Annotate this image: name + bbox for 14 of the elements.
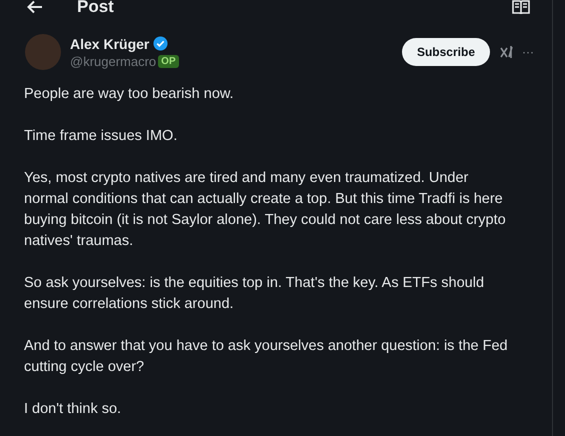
post-paragraph: Yes, most crypto natives are tired and many even traumatized. Under normal conditions that can actually create a top. But this time Tradfi is here buying bitcoin (it is not Saylor alone). They could not care less about crypto natives' traumas. (24, 169, 507, 251)
page-title: Post (77, 0, 114, 17)
author-handle[interactable]: @krugermacro (70, 54, 156, 68)
post-paragraph: So ask yourselves: is the equities top in. That's the key. As ETFs should ensure correlations stick around. (24, 274, 486, 314)
subscribe-button[interactable]: Subscribe (402, 38, 490, 66)
more-button[interactable]: ··· (520, 45, 536, 59)
op-tag: OP (158, 54, 179, 68)
reader-icon[interactable] (512, 0, 530, 14)
author-name[interactable]: Alex Krüger (70, 36, 150, 52)
post-paragraph: Time frame issues IMO. (24, 127, 178, 146)
post-paragraph: I don't think so. (24, 400, 122, 419)
post-paragraph: People are way too bearish now. (24, 85, 235, 104)
back-arrow-icon[interactable] (27, 0, 43, 14)
post-paragraph: And to answer that you have to ask yourselves another question: is the Fed cutting cycle over? (24, 337, 509, 377)
